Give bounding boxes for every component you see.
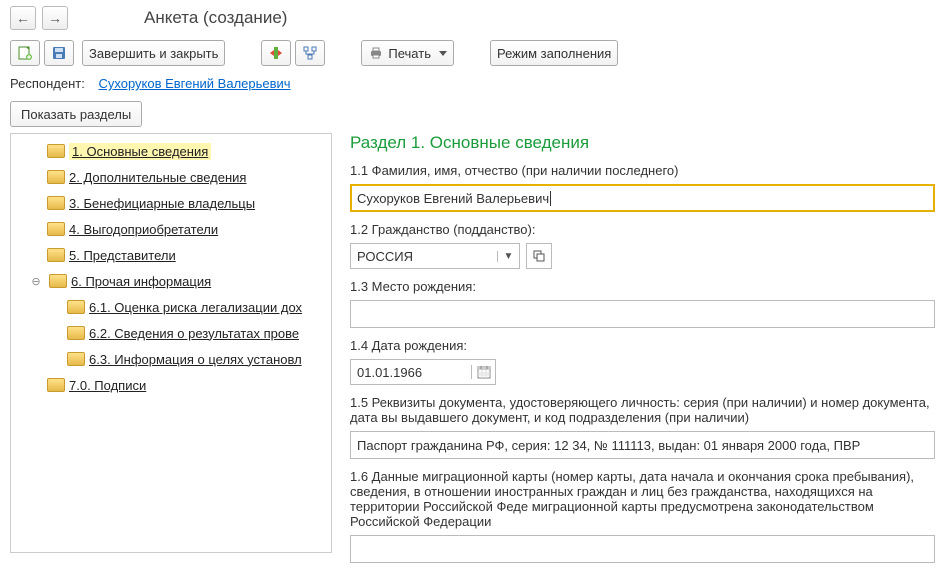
input-migration[interactable] [350, 535, 935, 563]
finish-close-label: Завершить и закрыть [89, 46, 218, 61]
tree-item-5[interactable]: 5. Представители [11, 242, 331, 268]
folder-icon [47, 378, 63, 392]
save-new-button[interactable] [10, 40, 40, 66]
folder-icon [47, 222, 63, 236]
label-birthplace: 1.3 Место рождения: [350, 279, 936, 294]
text-cursor [550, 191, 551, 206]
open-external-button[interactable] [526, 243, 552, 269]
input-fullname[interactable]: Сухоруков Евгений Валерьевич [350, 184, 935, 212]
show-sections-button[interactable]: Показать разделы [10, 101, 142, 127]
input-birthplace[interactable] [350, 300, 935, 328]
tree-item-6-1[interactable]: 6.1. Оценка риска легализации дох [11, 294, 331, 320]
input-birthdate[interactable]: 01.01.1966 [350, 359, 496, 385]
respondent-label: Респондент: [10, 76, 85, 91]
label-birthdate: 1.4 Дата рождения: [350, 338, 936, 353]
folder-icon [67, 352, 83, 366]
sections-tree: 1. Основные сведения 2. Дополнительные с… [10, 133, 332, 553]
tree-item-label: 6.1. Оценка риска легализации дох [89, 300, 302, 315]
print-label: Печать [388, 46, 431, 61]
input-citizenship[interactable]: РОССИЯ ▼ [350, 243, 520, 269]
folder-icon [47, 170, 63, 184]
tree-item-6[interactable]: ⊖ 6. Прочая информация [11, 268, 331, 294]
label-citizenship: 1.2 Гражданство (подданство): [350, 222, 936, 237]
tree-item-label: 6.3. Информация о целях установл [89, 352, 302, 367]
folder-icon [47, 248, 63, 262]
tree-item-6-3[interactable]: 6.3. Информация о целях установл [11, 346, 331, 372]
label-document: 1.5 Реквизиты документа, удостоверяющего… [350, 395, 936, 425]
fill-mode-label: Режим заполнения [497, 46, 611, 61]
folder-icon [47, 144, 63, 158]
input-value: Паспорт гражданина РФ, серия: 12 34, № 1… [357, 438, 860, 453]
print-button[interactable]: Печать [361, 40, 454, 66]
save-button[interactable] [44, 40, 74, 66]
page-title: Анкета (создание) [144, 8, 287, 28]
tree-item-label: 3. Бенефициарные владельцы [69, 196, 255, 211]
tree-item-label: 2. Дополнительные сведения [69, 170, 246, 185]
respondent-link[interactable]: Сухоруков Евгений Валерьевич [98, 76, 290, 91]
finish-close-button[interactable]: Завершить и закрыть [82, 40, 225, 66]
collapse-icon[interactable]: ⊖ [29, 275, 43, 288]
tree-item-label: 7.0. Подписи [69, 378, 146, 393]
fill-mode-button[interactable]: Режим заполнения [490, 40, 618, 66]
tree-item-7[interactable]: 7.0. Подписи [11, 372, 331, 398]
tree-item-label: 6.2. Сведения о результатах прове [89, 326, 299, 341]
folder-icon [47, 196, 63, 210]
dropdown-button[interactable]: ▼ [497, 251, 519, 262]
tree-item-label: 4. Выгодоприобретатели [69, 222, 218, 237]
tree-item-4[interactable]: 4. Выгодоприобретатели [11, 216, 331, 242]
tree-item-6-2[interactable]: 6.2. Сведения о результатах прове [11, 320, 331, 346]
calendar-button[interactable] [471, 365, 495, 379]
form-panel: Раздел 1. Основные сведения 1.1 Фамилия,… [332, 133, 936, 563]
nav-forward-button[interactable]: → [42, 6, 68, 30]
label-fullname: 1.1 Фамилия, имя, отчество (при наличии … [350, 163, 936, 178]
tree-item-label: 5. Представители [69, 248, 176, 263]
structure-button[interactable] [295, 40, 325, 66]
folder-icon [67, 300, 83, 314]
tree-item-label: 6. Прочая информация [71, 274, 211, 289]
label-migration: 1.6 Данные миграционной карты (номер кар… [350, 469, 936, 529]
tree-item-1[interactable]: 1. Основные сведения [11, 138, 331, 164]
green-action-button[interactable] [261, 40, 291, 66]
nav-back-button[interactable]: ← [10, 6, 36, 30]
input-document[interactable]: Паспорт гражданина РФ, серия: 12 34, № 1… [350, 431, 935, 459]
form-section-title: Раздел 1. Основные сведения [350, 133, 936, 153]
input-value: Сухоруков Евгений Валерьевич [357, 191, 549, 206]
chevron-down-icon [439, 51, 447, 56]
folder-icon [49, 274, 65, 288]
tree-item-3[interactable]: 3. Бенефициарные владельцы [11, 190, 331, 216]
tree-item-2[interactable]: 2. Дополнительные сведения [11, 164, 331, 190]
input-value: 01.01.1966 [351, 365, 471, 380]
folder-icon [67, 326, 83, 340]
input-value: РОССИЯ [351, 249, 497, 264]
tree-item-label: 1. Основные сведения [69, 143, 211, 160]
